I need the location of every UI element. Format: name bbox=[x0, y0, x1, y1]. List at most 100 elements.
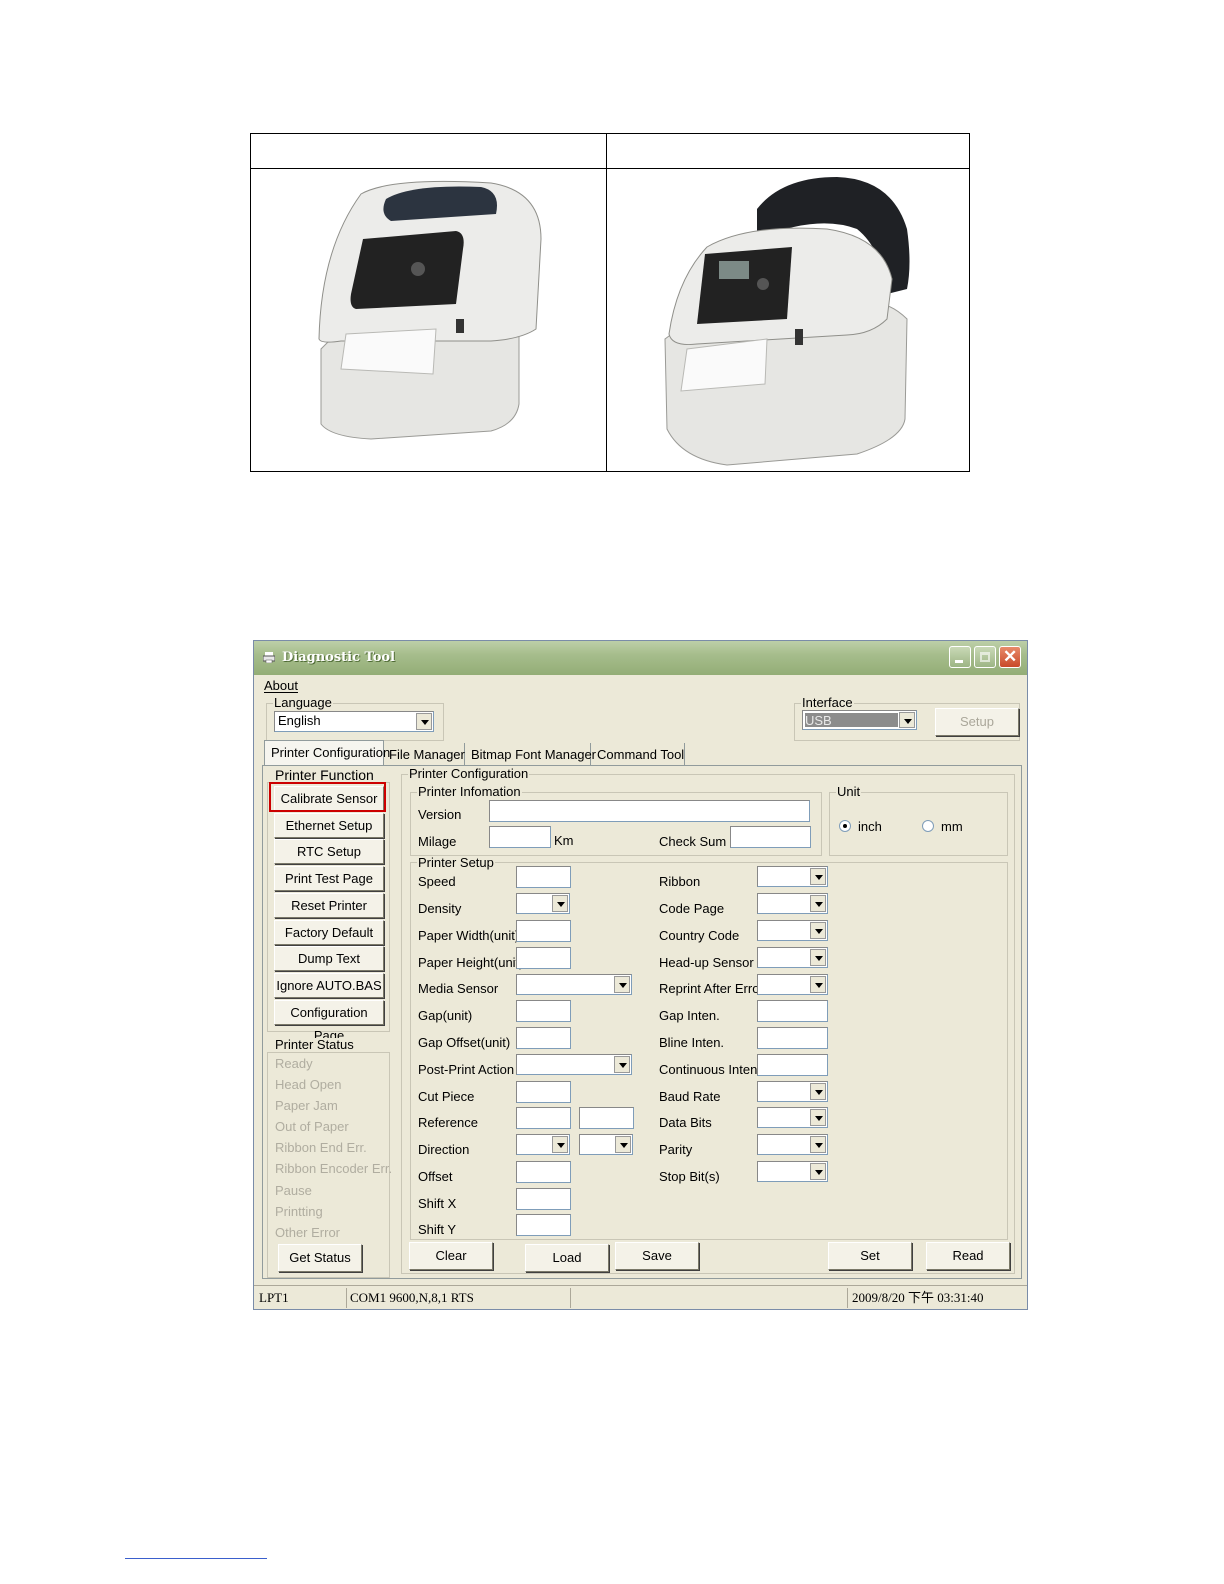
tab-printer-configuration[interactable]: Printer Configuration bbox=[264, 740, 390, 766]
tab-label: File Manager bbox=[389, 747, 465, 762]
chevron-down-icon bbox=[810, 868, 826, 885]
unit-group bbox=[829, 792, 1008, 856]
status-ready: Ready bbox=[275, 1056, 313, 1071]
printer-setup-title: Printer Setup bbox=[417, 855, 495, 870]
chevron-down-icon bbox=[810, 1163, 826, 1180]
continuous-inten-field[interactable] bbox=[757, 1054, 828, 1076]
paper-width-label: Paper Width(unit) bbox=[418, 928, 520, 943]
reference-label: Reference bbox=[418, 1115, 478, 1130]
tab-label: Bitmap Font Manager bbox=[471, 747, 597, 762]
unit-inch-label: inch bbox=[858, 819, 882, 834]
data-bits-label: Data Bits bbox=[659, 1115, 712, 1130]
printer-icon bbox=[262, 651, 276, 664]
country-code-label: Country Code bbox=[659, 928, 740, 943]
unit-title: Unit bbox=[836, 784, 862, 799]
mirror-select[interactable] bbox=[579, 1134, 633, 1155]
reset-printer-button[interactable]: Reset Printer bbox=[274, 893, 384, 918]
version-field[interactable] bbox=[489, 800, 810, 822]
milage-label: Milage bbox=[418, 834, 457, 849]
chevron-down-icon bbox=[810, 895, 826, 912]
status-ribbon-encoder-err: Ribbon Encoder Err. bbox=[275, 1161, 393, 1176]
status-port-lpt: LPT1 bbox=[259, 1290, 289, 1305]
speed-field[interactable] bbox=[516, 866, 571, 888]
milage-field[interactable] bbox=[489, 826, 551, 848]
ribbon-select[interactable] bbox=[757, 866, 828, 887]
head-up-sensor-label: Head-up Sensor bbox=[659, 955, 754, 970]
status-datetime: 2009/8/20 下午 03:31:40 bbox=[852, 1290, 984, 1305]
cut-piece-field[interactable] bbox=[516, 1081, 571, 1103]
chevron-down-icon bbox=[615, 1136, 631, 1153]
get-status-button[interactable]: Get Status bbox=[278, 1244, 362, 1272]
maximize-button[interactable] bbox=[974, 646, 996, 668]
chevron-down-icon bbox=[614, 976, 630, 993]
tab-bitmap-font-manager[interactable]: Bitmap Font Manager bbox=[465, 743, 596, 766]
head-up-sensor-select[interactable] bbox=[757, 947, 828, 968]
unit-inch-radio[interactable] bbox=[839, 820, 851, 832]
bline-inten-label: Bline Inten. bbox=[659, 1035, 725, 1050]
set-button[interactable]: Set bbox=[828, 1242, 912, 1270]
interface-select[interactable]: USB bbox=[802, 710, 917, 730]
status-separator bbox=[570, 1288, 571, 1308]
gap-offset-field[interactable] bbox=[516, 1027, 571, 1049]
paper-height-label: Paper Height(unit) bbox=[418, 955, 524, 970]
ignore-autobas-button[interactable]: Ignore AUTO.BAS bbox=[274, 973, 384, 998]
paper-width-field[interactable] bbox=[516, 920, 571, 942]
ethernet-setup-button[interactable]: Ethernet Setup bbox=[274, 813, 384, 838]
tab-file-manager[interactable]: File Manager bbox=[384, 743, 465, 766]
reference-y-field[interactable] bbox=[579, 1107, 634, 1129]
chevron-down-icon bbox=[899, 712, 915, 728]
stop-bits-select[interactable] bbox=[757, 1161, 828, 1182]
offset-field[interactable] bbox=[516, 1161, 571, 1183]
status-separator bbox=[346, 1288, 347, 1308]
reprint-after-error-select[interactable] bbox=[757, 974, 828, 995]
shift-x-field[interactable] bbox=[516, 1188, 571, 1210]
status-paper-jam: Paper Jam bbox=[275, 1098, 338, 1113]
gap-inten-label: Gap Inten. bbox=[659, 1008, 720, 1023]
data-bits-select[interactable] bbox=[757, 1107, 828, 1128]
status-out-of-paper: Out of Paper bbox=[275, 1119, 349, 1134]
tab-label: Printer Configuration bbox=[271, 745, 391, 760]
print-test-page-button[interactable]: Print Test Page bbox=[274, 866, 384, 891]
check-sum-field[interactable] bbox=[730, 826, 811, 848]
configuration-page-button[interactable]: Configuration Page bbox=[274, 1000, 384, 1043]
gap-field[interactable] bbox=[516, 1000, 571, 1022]
language-select[interactable]: English bbox=[274, 711, 434, 732]
unit-mm-radio[interactable] bbox=[922, 820, 934, 832]
chevron-down-icon bbox=[810, 922, 826, 939]
tab-command-tool[interactable]: Command Tool bbox=[591, 743, 685, 766]
close-button[interactable]: ✕ bbox=[999, 646, 1021, 668]
status-pause: Pause bbox=[275, 1183, 312, 1198]
gap-inten-field[interactable] bbox=[757, 1000, 828, 1022]
load-button[interactable]: Load bbox=[525, 1244, 609, 1272]
density-select[interactable] bbox=[516, 893, 570, 914]
parity-label: Parity bbox=[659, 1142, 693, 1157]
window-title: Diagnostic Tool bbox=[282, 650, 396, 665]
continuous-inten-label: Continuous Inten. bbox=[659, 1062, 761, 1077]
dump-text-button[interactable]: Dump Text bbox=[274, 946, 384, 971]
baud-rate-select[interactable] bbox=[757, 1081, 828, 1102]
post-print-action-select[interactable] bbox=[516, 1054, 632, 1075]
bline-inten-field[interactable] bbox=[757, 1027, 828, 1049]
paper-height-field[interactable] bbox=[516, 947, 571, 969]
save-button[interactable]: Save bbox=[615, 1242, 699, 1270]
factory-default-button[interactable]: Factory Default bbox=[274, 920, 384, 945]
chevron-down-icon bbox=[810, 949, 826, 966]
status-head-open: Head Open bbox=[275, 1077, 342, 1092]
shift-y-field[interactable] bbox=[516, 1214, 571, 1236]
diagnostic-tool-window: Diagnostic Tool ✕ About Language English… bbox=[253, 640, 1028, 1310]
rtc-setup-button[interactable]: RTC Setup bbox=[274, 839, 384, 864]
media-sensor-select[interactable] bbox=[516, 974, 632, 995]
direction-select[interactable] bbox=[516, 1134, 570, 1155]
country-code-select[interactable] bbox=[757, 920, 828, 941]
code-page-select[interactable] bbox=[757, 893, 828, 914]
offset-label: Offset bbox=[418, 1169, 453, 1184]
parity-select[interactable] bbox=[757, 1134, 828, 1155]
menu-about[interactable]: About bbox=[264, 678, 298, 693]
clear-button[interactable]: Clear bbox=[409, 1242, 493, 1270]
speed-label: Speed bbox=[418, 874, 456, 889]
minimize-button[interactable] bbox=[949, 646, 971, 668]
reference-x-field[interactable] bbox=[516, 1107, 571, 1129]
status-separator bbox=[847, 1288, 848, 1308]
setup-button[interactable]: Setup bbox=[935, 708, 1019, 736]
read-button[interactable]: Read bbox=[926, 1242, 1010, 1270]
